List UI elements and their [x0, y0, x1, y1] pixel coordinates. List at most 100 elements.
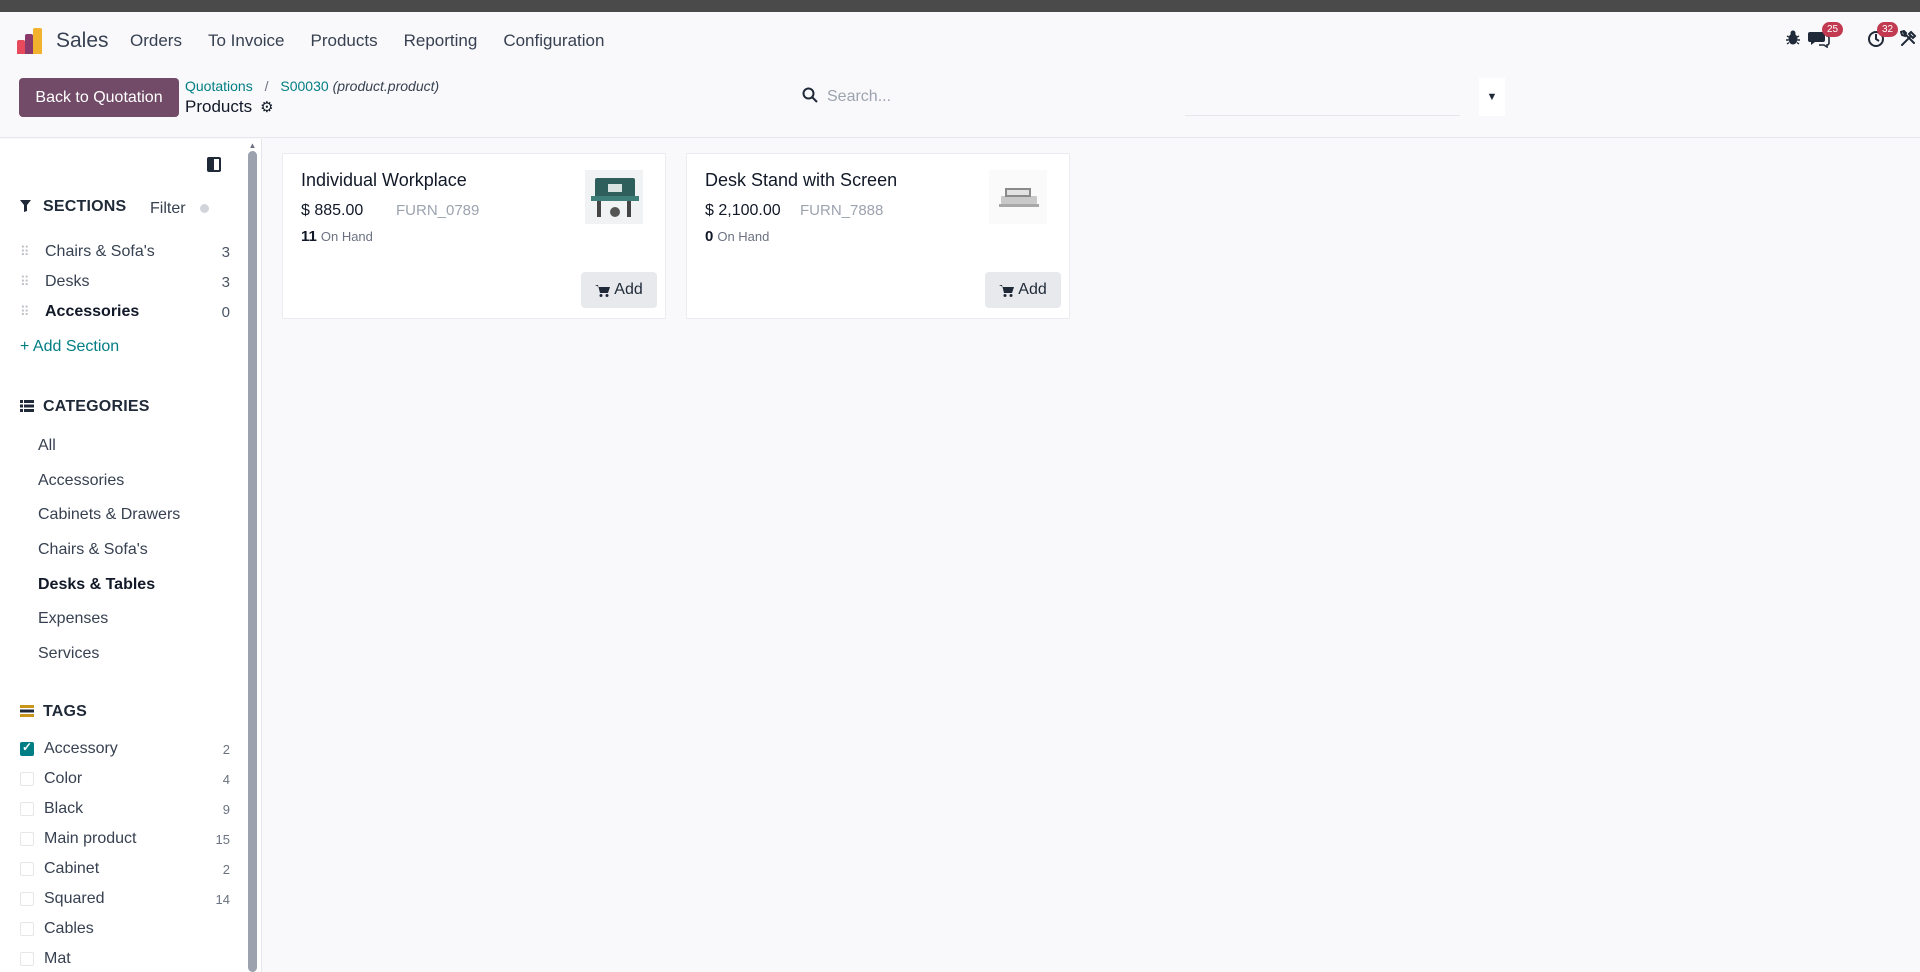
categories-heading-text: CATEGORIES: [43, 398, 150, 415]
drag-handle-icon[interactable]: ⠿: [20, 274, 45, 290]
product-price: $ 885.00: [301, 202, 364, 219]
add-product-button[interactable]: Add: [985, 272, 1061, 308]
menu-orders[interactable]: Orders: [130, 31, 182, 51]
app-name[interactable]: Sales: [56, 29, 109, 53]
category-accessories[interactable]: Accessories: [38, 472, 124, 490]
menu-to-invoice[interactable]: To Invoice: [208, 31, 285, 51]
systray: 25 32: [1720, 22, 1920, 60]
tag-label: Cabinet: [44, 860, 100, 877]
tag-label: Main product: [44, 830, 137, 847]
tag-item-squared[interactable]: Squared 14: [20, 887, 230, 911]
search-bar: ▼: [795, 78, 1507, 116]
category-desks-tables[interactable]: Desks & Tables: [38, 576, 155, 594]
tag-checkbox[interactable]: [20, 892, 34, 906]
page-title-text: Products: [185, 97, 253, 116]
back-to-quotation-button[interactable]: Back to Quotation: [19, 78, 179, 117]
menu-reporting[interactable]: Reporting: [404, 31, 478, 51]
category-cabinets-drawers[interactable]: Cabinets & Drawers: [38, 506, 180, 524]
sections-heading-text: SECTIONS: [43, 198, 127, 215]
sidebar-collapse-icon[interactable]: [207, 157, 221, 172]
breadcrumb-separator: /: [264, 78, 269, 94]
drag-handle-icon[interactable]: ⠿: [20, 244, 45, 260]
top-menu: Orders To Invoice Products Reporting Con…: [130, 31, 630, 51]
tag-item-mat[interactable]: Mat: [20, 947, 230, 971]
section-count: 3: [221, 243, 230, 261]
product-reference: FURN_0789: [396, 202, 480, 219]
add-label: Add: [1018, 281, 1047, 298]
add-section-button[interactable]: + Add Section: [20, 338, 119, 356]
menu-products[interactable]: Products: [311, 31, 378, 51]
tag-checkbox[interactable]: [20, 772, 34, 786]
category-all[interactable]: All: [38, 437, 56, 455]
tag-item-cabinet[interactable]: Cabinet 2: [20, 857, 230, 881]
control-panel: Back to Quotation Quotations / S00030 (p…: [0, 68, 1920, 138]
bug-icon[interactable]: [1786, 30, 1800, 51]
product-price: $ 2,100.00: [705, 202, 781, 219]
tag-count: 15: [215, 831, 230, 847]
tag-checkbox[interactable]: [20, 740, 34, 756]
sections-filter-button[interactable]: Filter: [150, 200, 186, 218]
tag-checkbox[interactable]: [20, 832, 34, 846]
tags-heading: TAGS: [20, 703, 87, 721]
tag-item-accessory[interactable]: Accessory 2: [20, 737, 230, 761]
messages-badge: 25: [1822, 22, 1844, 37]
breadcrumb-record[interactable]: S00030: [280, 78, 328, 94]
tag-checkbox[interactable]: [20, 922, 34, 936]
tag-label: Color: [44, 770, 83, 787]
tag-checkbox[interactable]: [20, 952, 34, 966]
scroll-up-arrow-icon[interactable]: ▲: [248, 141, 257, 150]
tools-icon[interactable]: [1899, 29, 1917, 52]
activities-icon[interactable]: 32: [1867, 22, 1899, 53]
section-label: Chairs & Sofa's: [45, 243, 155, 260]
tag-item-cables[interactable]: Cables: [20, 917, 230, 941]
section-item-chairs[interactable]: ⠿ Chairs & Sofa's 3: [20, 240, 230, 264]
tag-checkbox[interactable]: [20, 802, 34, 816]
tag-item-main-product[interactable]: Main product 15: [20, 827, 230, 851]
filter-toggle-dot[interactable]: [200, 204, 209, 213]
search-options-toggle[interactable]: ▼: [1479, 78, 1505, 116]
caret-down-icon: ▼: [1486, 91, 1498, 103]
sections-heading: SECTIONS: [20, 198, 126, 216]
product-stock: 0 On Hand: [705, 228, 769, 245]
tag-count: 2: [222, 861, 230, 877]
tag-item-color[interactable]: Color 4: [20, 767, 230, 791]
tag-label: Black: [44, 800, 84, 817]
filter-icon: [20, 199, 34, 215]
product-qty: 0: [705, 228, 714, 245]
product-card[interactable]: Individual Workplace $ 885.00 FURN_0789 …: [282, 153, 666, 319]
tag-count: 9: [222, 801, 230, 817]
tag-item-black[interactable]: Black 9: [20, 797, 230, 821]
gear-icon[interactable]: ⚙: [260, 98, 273, 116]
sales-app-icon[interactable]: [17, 28, 45, 54]
section-count: 3: [221, 273, 230, 291]
messages-icon[interactable]: 25: [1808, 22, 1844, 53]
tags-heading-text: TAGS: [43, 703, 88, 720]
product-image: [989, 170, 1047, 224]
breadcrumb: Quotations / S00030 (product.product): [185, 78, 439, 94]
section-item-accessories[interactable]: ⠿ Accessories 0: [20, 300, 230, 324]
product-name: Desk Stand with Screen: [705, 170, 898, 190]
breadcrumb-quotations[interactable]: Quotations: [185, 78, 253, 94]
tag-checkbox[interactable]: [20, 862, 34, 876]
section-count: 0: [221, 303, 230, 321]
product-reference: FURN_7888: [800, 202, 884, 219]
tag-label: Accessory: [44, 740, 118, 757]
tag-count: 2: [222, 741, 230, 757]
product-qty-label: On Hand: [717, 229, 770, 244]
categories-heading: CATEGORIES: [20, 398, 150, 416]
breadcrumb-record-model: (product.product): [332, 78, 440, 94]
category-services[interactable]: Services: [38, 645, 99, 663]
product-image: [585, 170, 643, 224]
search-input[interactable]: [827, 84, 1447, 110]
category-expenses[interactable]: Expenses: [38, 610, 108, 628]
section-label: Accessories: [45, 303, 140, 320]
drag-handle-icon[interactable]: ⠿: [20, 304, 45, 320]
product-stock: 11 On Hand: [301, 228, 373, 245]
tag-count: 4: [222, 771, 230, 787]
section-item-desks[interactable]: ⠿ Desks 3: [20, 270, 230, 294]
add-product-button[interactable]: Add: [581, 272, 657, 308]
product-card[interactable]: Desk Stand with Screen $ 2,100.00 FURN_7…: [686, 153, 1070, 319]
category-chairs-sofas[interactable]: Chairs & Sofa's: [38, 541, 148, 559]
sidebar-scrollbar[interactable]: [248, 151, 257, 972]
menu-configuration[interactable]: Configuration: [503, 31, 604, 51]
